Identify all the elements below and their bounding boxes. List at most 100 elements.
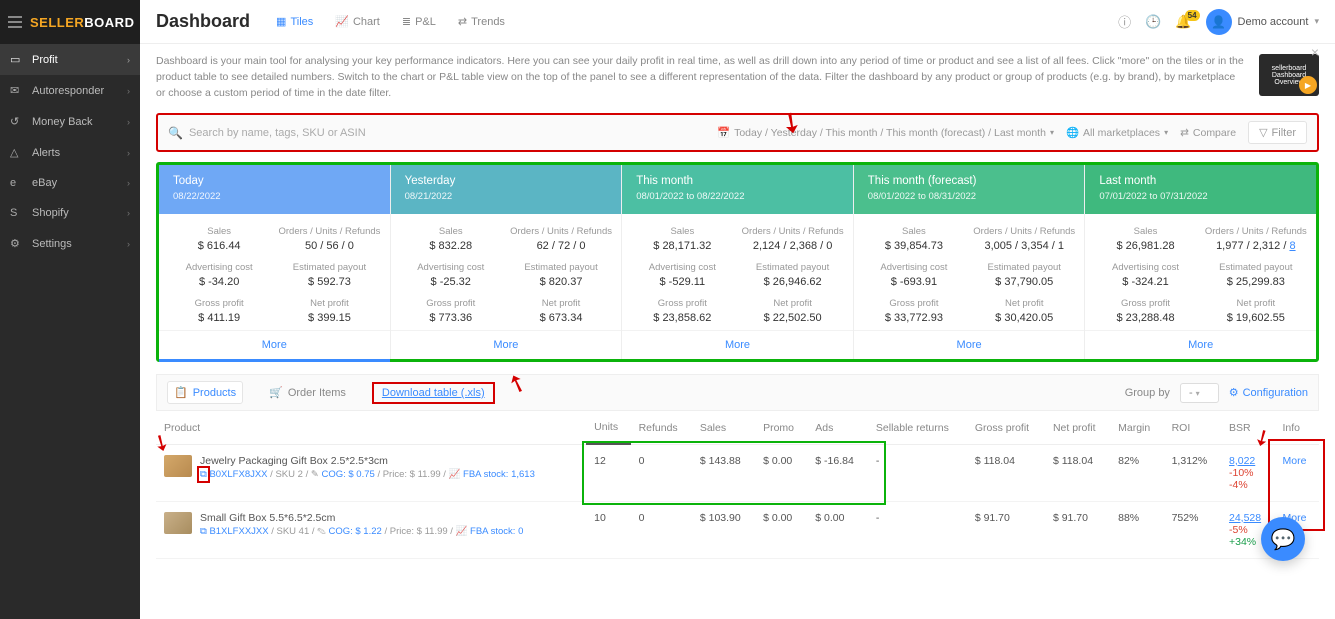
gear-icon: ⚙ <box>10 237 24 250</box>
sidebar-item-settings[interactable]: ⚙Settings› <box>0 228 140 259</box>
col-refunds[interactable]: Refunds <box>631 411 692 444</box>
trends-icon: ⇄ <box>458 15 467 28</box>
product-asin[interactable]: B1XLFXXJXX <box>209 526 268 537</box>
col-margin[interactable]: Margin <box>1110 411 1163 444</box>
col-bsr[interactable]: BSR <box>1221 411 1275 444</box>
refund-link[interactable]: 8 <box>1289 240 1295 252</box>
alert-icon: △ <box>10 146 24 159</box>
groupby-select[interactable]: - ▾ <box>1180 383 1219 403</box>
cart-icon: 🛒 <box>269 386 283 399</box>
view-tabs: ▦Tiles 📈Chart ≣P&L ⇄Trends <box>274 11 507 32</box>
col-info[interactable]: Info <box>1274 411 1319 444</box>
tile-more-link[interactable]: More <box>854 330 1085 359</box>
tiles-grid: Today08/22/2022 Sales$ 616.44 Orders / U… <box>156 162 1319 362</box>
chat-fab[interactable]: 💬 <box>1261 517 1305 561</box>
col-net[interactable]: Net profit <box>1045 411 1110 444</box>
help-icon[interactable]: ⓘ <box>1118 12 1131 31</box>
tab-order-items[interactable]: 🛒Order Items <box>263 382 352 403</box>
tile-yesterday: Yesterday08/21/2022 Sales$ 832.28 Orders… <box>391 165 623 359</box>
globe-icon: 🌐 <box>1066 126 1079 139</box>
product-thumb <box>164 512 192 534</box>
col-roi[interactable]: ROI <box>1164 411 1221 444</box>
groupby-label: Group by <box>1125 387 1170 399</box>
col-promo[interactable]: Promo <box>755 411 807 444</box>
main: Dashboard ▦Tiles 📈Chart ≣P&L ⇄Trends ⓘ 🕒… <box>140 0 1335 619</box>
sidebar-item-shopify[interactable]: SShopify› <box>0 198 140 228</box>
tile-more-link[interactable]: More <box>159 330 390 359</box>
product-thumb <box>164 455 192 477</box>
tile-more-link[interactable]: More <box>1085 330 1316 359</box>
tile-more-link[interactable]: More <box>622 330 853 359</box>
bsr-cell: 8,022-10%-4% <box>1221 444 1275 501</box>
bell-icon[interactable]: 🔔54 <box>1175 14 1191 30</box>
calendar-icon: 📅 <box>717 126 730 139</box>
close-icon[interactable]: × <box>1311 44 1319 60</box>
chevron-down-icon: ▾ <box>1164 128 1168 137</box>
banner-video-thumb[interactable]: sellerboard Dashboard Overview <box>1259 54 1319 96</box>
gear-icon: ⚙ <box>1229 386 1239 399</box>
products-section: 📋Products 🛒Order Items Download table (.… <box>156 374 1319 559</box>
page-title: Dashboard <box>156 11 250 32</box>
tile-last-month: Last month07/01/2022 to 07/31/2022 Sales… <box>1085 165 1316 359</box>
hamburger-icon[interactable] <box>8 10 22 34</box>
mail-icon: ✉ <box>10 84 24 97</box>
filter-button[interactable]: ▽Filter <box>1248 121 1307 144</box>
tiles-icon: ▦ <box>276 15 286 28</box>
product-name[interactable]: Jewelry Packaging Gift Box 2.5*2.5*3cm <box>200 455 535 467</box>
table-row: Small Gift Box 5.5*6.5*2.5cm ⧉ B1XLFXXJX… <box>156 501 1319 558</box>
download-table-link[interactable]: Download table (.xls) <box>372 382 495 404</box>
chat-icon: 💬 <box>1271 527 1296 552</box>
col-sales[interactable]: Sales <box>692 411 755 444</box>
col-gross[interactable]: Gross profit <box>967 411 1045 444</box>
sidebar-header: SELLERBOARD <box>0 0 140 44</box>
funnel-icon: ▽ <box>1259 126 1267 139</box>
filter-bar: 🔍 📅Today / Yesterday / This month / This… <box>156 113 1319 152</box>
sidebar-item-ebay[interactable]: eeBay› <box>0 168 140 198</box>
search-icon: 🔍 <box>168 126 183 140</box>
products-table: Product Units Refunds Sales Promo Ads Se… <box>156 411 1319 559</box>
bsr-link[interactable]: 8,022 <box>1229 455 1255 467</box>
product-name[interactable]: Small Gift Box 5.5*6.5*2.5cm <box>200 512 523 524</box>
account-menu[interactable]: 👤 Demo account ▾ <box>1206 9 1319 35</box>
bell-badge: 54 <box>1185 10 1200 21</box>
tile-more-link[interactable]: More <box>391 330 622 359</box>
clipboard-icon: 📋 <box>174 386 188 399</box>
topbar: Dashboard ▦Tiles 📈Chart ≣P&L ⇄Trends ⓘ 🕒… <box>140 0 1335 44</box>
brand-logo: SELLERBOARD <box>30 15 134 30</box>
tile-today: Today08/22/2022 Sales$ 616.44 Orders / U… <box>159 165 391 359</box>
copy-icon[interactable]: ⧉ <box>200 526 207 537</box>
row-more-link[interactable]: More <box>1282 455 1306 467</box>
col-returns[interactable]: Sellable returns <box>868 411 967 444</box>
list-icon: ≣ <box>402 15 411 28</box>
banner-text: Dashboard is your main tool for analysin… <box>156 54 1247 101</box>
search-input[interactable] <box>189 127 705 139</box>
sidebar: SELLERBOARD ▭Profit› ✉Autoresponder› ↺Mo… <box>0 0 140 619</box>
shopify-icon: S <box>10 207 24 219</box>
annotation-arrow: ➘ <box>503 367 532 401</box>
chart-icon: ▭ <box>10 53 24 66</box>
bsr-link[interactable]: 24,528 <box>1229 512 1261 524</box>
date-range-picker[interactable]: 📅Today / Yesterday / This month / This m… <box>717 126 1054 139</box>
product-asin[interactable]: B0XLFX8JXX <box>209 469 267 480</box>
col-ads[interactable]: Ads <box>807 411 868 444</box>
sidebar-item-profit[interactable]: ▭Profit› <box>0 44 140 75</box>
tab-tiles[interactable]: ▦Tiles <box>274 11 315 32</box>
ebay-icon: e <box>10 177 24 189</box>
compare-icon: ⇄ <box>1180 127 1189 139</box>
clock-icon[interactable]: 🕒 <box>1145 14 1161 30</box>
sidebar-item-alerts[interactable]: △Alerts› <box>0 137 140 168</box>
tile-this-month: This month08/01/2022 to 08/22/2022 Sales… <box>622 165 854 359</box>
col-product[interactable]: Product <box>156 411 586 444</box>
sidebar-item-moneyback[interactable]: ↺Money Back› <box>0 106 140 137</box>
tab-trends[interactable]: ⇄Trends <box>456 11 507 32</box>
configuration-link[interactable]: ⚙Configuration <box>1229 386 1308 399</box>
copy-icon[interactable]: ⧉ <box>200 469 207 480</box>
tab-products[interactable]: 📋Products <box>167 381 243 404</box>
marketplace-picker[interactable]: 🌐All marketplaces▾ <box>1066 126 1168 139</box>
table-toolbar: 📋Products 🛒Order Items Download table (.… <box>156 374 1319 411</box>
compare-toggle[interactable]: ⇄Compare <box>1180 127 1236 139</box>
sidebar-item-autoresponder[interactable]: ✉Autoresponder› <box>0 75 140 106</box>
col-units[interactable]: Units <box>586 411 630 444</box>
tab-pnl[interactable]: ≣P&L <box>400 11 438 32</box>
tab-chart[interactable]: 📈Chart <box>333 11 382 32</box>
